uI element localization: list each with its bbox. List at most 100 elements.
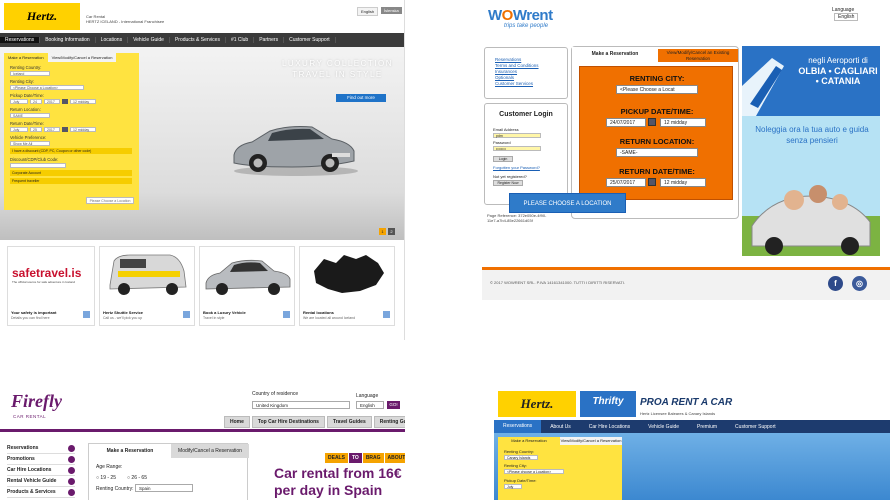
proa-nav: Reservations About Us Car Hire Locations… [494,420,890,433]
register-button[interactable]: Register Now [493,180,523,186]
nav-customer-support[interactable]: Customer Support [726,424,785,430]
carousel-page-1[interactable]: 1 [379,228,386,235]
tab-make-reservation[interactable]: Make a Reservation [4,53,48,62]
nav-partners[interactable]: Partners [254,37,285,43]
pickup-month[interactable]: July [504,484,522,489]
pickup-year[interactable]: 2017 [44,99,60,104]
card-shuttle[interactable]: Hertz Shuttle Service Call us - we'll pi… [99,246,195,326]
nav-travel-guides[interactable]: Travel Guides [326,416,372,428]
return-time[interactable]: 12 midday [70,127,96,132]
sidebar-item-products[interactable]: Products & Services [7,487,75,498]
tab-make-reservation[interactable]: Make a Reservation [498,437,560,445]
nav-reservations[interactable]: Reservations [0,37,41,43]
language-icelandic-button[interactable]: Íslenska [381,7,402,14]
return-location-select[interactable]: -SAME- [616,148,698,157]
find-out-more-button[interactable]: Find out more [336,94,386,102]
return-time-select[interactable]: 12 midday [660,178,706,187]
return-day[interactable]: 25 [30,127,42,132]
tab-make-reservation[interactable]: Make a Reservation [572,47,658,62]
discount-toggle[interactable]: I have a discount (CDP, PC, Coupon or ot… [10,148,132,154]
tab-view-modify[interactable]: View/Modify/Cancel a Reservation [560,437,622,445]
renting-country-select[interactable]: Canary Islands [504,455,538,460]
arrow-icon[interactable] [383,311,390,318]
renting-country-select[interactable]: Iceland [10,71,50,76]
language-select[interactable]: English [356,401,384,409]
return-location-select[interactable]: SAME [10,113,50,118]
login-button[interactable]: Login [493,156,513,162]
tab-view-existing[interactable]: View/Modify/Cancel an Existing Reservati… [658,49,738,62]
carousel-page-2[interactable]: 2 [388,228,395,235]
spain-promo-text[interactable]: Car rental from 16€ per day in Spain [274,465,402,499]
corporate-account-toggle[interactable]: Corporate Account [10,170,132,176]
arrow-icon[interactable] [83,311,90,318]
nav-reservations[interactable]: Reservations [494,420,542,433]
card-locations[interactable]: Rental locations We are located all arou… [299,246,395,326]
hertz-logo[interactable]: Hertz. [4,3,80,30]
age-radio-19-25[interactable]: ○ 19 - 25 [96,475,116,481]
instagram-icon[interactable]: ◎ [852,276,867,291]
choose-location-button[interactable]: PLEASE CHOOSE A LOCATION [509,193,626,213]
go-button[interactable]: GO! [387,401,400,409]
renting-city-select[interactable]: <Please Choose a Location> [10,85,84,90]
tab-view-modify[interactable]: View/Modify/Cancel a Reservation [47,53,117,62]
discount-code-input[interactable] [10,163,66,168]
card-safetravel[interactable]: safetravel.is The official source for sa… [7,246,95,326]
language-english-button[interactable]: English [357,7,379,16]
calendar-icon[interactable] [648,178,656,186]
sidebar-item-vehicle-guide[interactable]: Rental Vehicle Guide [7,476,75,487]
renting-city-select[interactable]: <Please Choose a Locat [616,85,698,94]
nav-vehicle-guide[interactable]: Vehicle Guide [128,37,170,43]
rent-now-ad[interactable]: Noleggia ora la tua auto e guida senza p… [742,116,880,256]
renting-country-select[interactable]: Spain [135,484,193,492]
pickup-time-select[interactable]: 12 midday [660,118,706,127]
nav-products-services[interactable]: Products & Services [170,37,226,43]
link-customer-services[interactable]: Customer Services [495,81,567,87]
country-select[interactable]: United Kingdom [252,401,350,409]
firefly-logo[interactable]: Firefly [11,391,62,412]
sidebar-item-locations[interactable]: Car Hire Locations [7,465,75,476]
forgot-password-link[interactable]: Forgotten your Password? [493,165,567,170]
nav-club[interactable]: #1 Club [226,37,255,43]
calendar-icon[interactable] [62,127,68,132]
calendar-icon[interactable] [648,118,656,126]
pickup-day[interactable]: 24 [30,99,42,104]
return-month[interactable]: July [10,127,28,132]
facebook-icon[interactable]: f [828,276,843,291]
pickup-date-field[interactable]: 24/07/2017 [606,118,646,127]
nav-renting-guides[interactable]: Renting Guides [373,416,405,428]
pickup-time[interactable]: 12 midday [70,99,96,104]
sidebar-item-reservations[interactable]: Reservations [7,443,75,454]
airports-ad[interactable]: negli Aeroporti di OLBIA • CAGLIARI • CA… [742,46,880,116]
nav-top-destinations[interactable]: Top Car Hire Destinations [251,416,325,428]
calendar-icon[interactable] [62,99,68,104]
nav-booking-information[interactable]: Booking Information [40,37,96,43]
return-date-field[interactable]: 25/07/2017 [606,178,646,187]
nav-car-hire-locations[interactable]: Car Hire Locations [580,424,639,430]
proa-logo[interactable]: PROA RENT A CAR [640,397,732,408]
vehicle-pref-select[interactable]: Show Me All [10,141,50,146]
frequent-traveller-toggle[interactable]: Frequent traveller [10,178,132,184]
choose-location-button[interactable]: Please Choose a Location [86,197,134,204]
nav-about-us[interactable]: About Us [541,424,580,430]
nav-locations[interactable]: Locations [96,37,129,43]
wowrent-logo[interactable]: WOWrent [488,7,553,24]
nav-premium[interactable]: Premium [688,424,726,430]
tab-make-reservation[interactable]: Make a Reservation [89,444,171,458]
thrifty-logo[interactable]: Thrifty [580,391,636,417]
renting-city-select[interactable]: <Please choose a Location> [504,469,564,474]
arrow-icon[interactable] [183,311,190,318]
language-select[interactable]: English [834,13,859,21]
sidebar-item-promotions[interactable]: Promotions [7,454,75,465]
nav-home[interactable]: Home [224,416,250,428]
return-year[interactable]: 2017 [44,127,60,132]
arrow-icon[interactable] [283,311,290,318]
tab-modify-cancel[interactable]: Modify/Cancel a Reservation [171,444,249,458]
hertz-logo[interactable]: Hertz. [498,391,576,417]
card-luxury[interactable]: Book a Luxury Vehicle Travel in style [199,246,295,326]
nav-customer-support[interactable]: Customer Support [284,37,336,43]
password-field[interactable]: •••••••• [493,146,541,151]
nav-vehicle-guide[interactable]: Vehicle Guide [639,424,688,430]
pickup-month[interactable]: July [10,99,28,104]
email-field[interactable]: pdm [493,133,541,138]
age-radio-26-65[interactable]: ○ 26 - 65 [127,475,147,481]
